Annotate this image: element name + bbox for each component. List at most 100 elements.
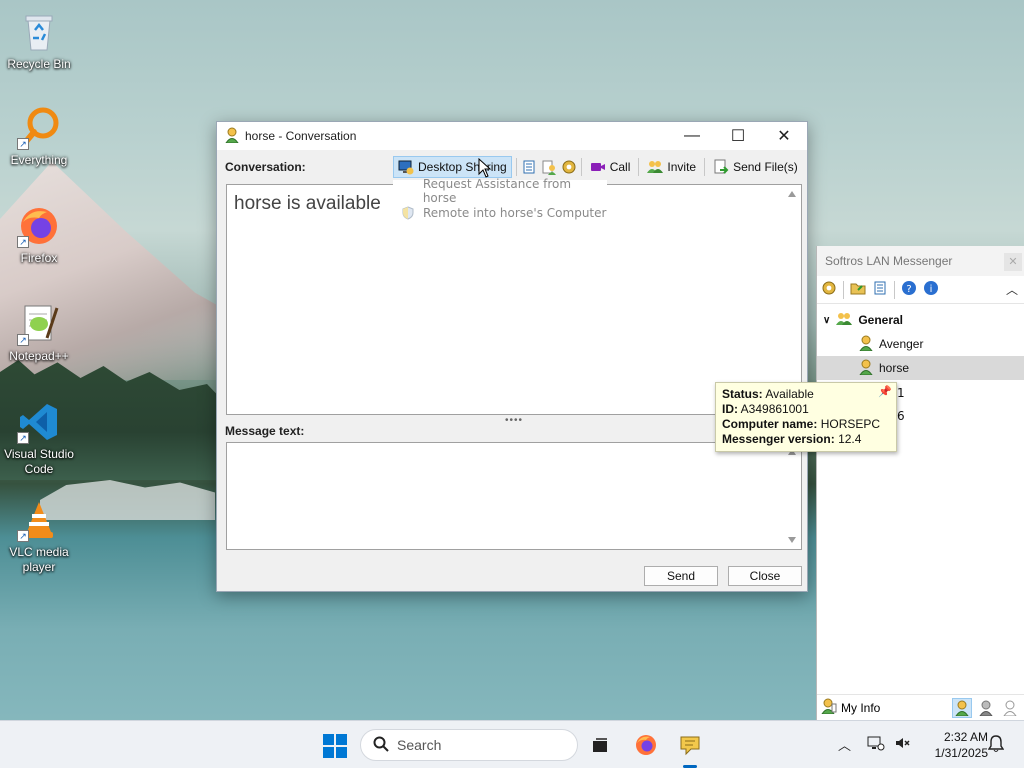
send-button[interactable]: Send — [644, 566, 718, 586]
desktop-icon-notepadpp[interactable]: ↗ Notepad++ — [1, 302, 77, 364]
desktop-icon-everything[interactable]: ↗ Everything — [1, 106, 77, 168]
window-title: horse - Conversation — [245, 129, 357, 143]
title-bar[interactable]: horse - Conversation — ☐ ✕ — [217, 122, 807, 150]
desktop-sharing-button[interactable]: Desktop Sharing — [393, 156, 512, 178]
lan-title: Softros LAN Messenger — [825, 254, 953, 268]
scroll-up-icon[interactable] — [788, 191, 796, 197]
vscode-icon: ↗ — [17, 400, 61, 444]
message-scrollbar[interactable] — [784, 443, 801, 549]
desktop-icon-label: Visual Studio Code — [4, 447, 74, 476]
id-key: ID: — [722, 402, 738, 416]
folder-icon[interactable] — [850, 280, 866, 299]
contact-name: Avenger — [879, 337, 924, 351]
settings-icon[interactable] — [821, 280, 837, 299]
status-value: Available — [765, 387, 814, 401]
history-icon[interactable] — [872, 280, 888, 299]
desktop-icon-vscode[interactable]: ↗ Visual Studio Code — [1, 400, 77, 477]
toolbar-separator — [515, 158, 517, 176]
shortcut-arrow-icon: ↗ — [17, 236, 29, 248]
contact-avenger[interactable]: Avenger — [817, 332, 1024, 356]
conversation-toolbar: Desktop Sharing Call Invite Send File(s) — [393, 155, 802, 179]
desktop-icon-vlc[interactable]: ↗ VLC media player — [1, 498, 77, 575]
toolbar-separator — [638, 158, 640, 176]
desktop-icon-label: Notepad++ — [9, 349, 69, 363]
settings-icon[interactable] — [561, 159, 577, 175]
task-view-icon — [593, 738, 607, 752]
pin-icon[interactable]: 📌 — [878, 385, 892, 400]
shield-icon — [401, 206, 423, 220]
desktop-icon-label: VLC media player — [9, 545, 69, 574]
contact-details-icon[interactable] — [541, 159, 557, 175]
partial-contact-text: 6 — [897, 409, 905, 423]
toolbar-separator — [843, 280, 844, 299]
lan-title-bar[interactable]: Softros LAN Messenger — [817, 246, 1024, 276]
contact-tooltip: 📌 Status: Available ID: A349861001 Compu… — [715, 382, 897, 452]
maximize-button[interactable]: ☐ — [715, 122, 761, 150]
status-busy-button[interactable] — [976, 698, 996, 718]
computer-name-key: Computer name: — [722, 417, 818, 431]
close-button[interactable]: Close — [728, 566, 802, 586]
conversation-scrollbar[interactable] — [784, 185, 801, 414]
volume-muted-icon[interactable] — [894, 735, 910, 755]
id-value: A349861001 — [740, 402, 809, 416]
contact-horse[interactable]: horse — [817, 356, 1024, 380]
invite-users-icon — [647, 159, 664, 175]
clock[interactable]: 2:32 AM 1/31/2025 — [918, 729, 988, 761]
vlc-icon: ↗ — [17, 498, 61, 542]
video-camera-icon — [590, 159, 606, 175]
shortcut-arrow-icon: ↗ — [17, 334, 29, 346]
messenger-version-value: 12.4 — [838, 432, 862, 446]
user-icon — [225, 127, 239, 146]
status-key: Status: — [722, 387, 763, 401]
chevron-up-icon[interactable]: ︿ — [838, 735, 851, 754]
toolbar-separator — [704, 158, 706, 176]
lan-toolbar: ? i ︿ — [817, 276, 1024, 304]
close-window-button[interactable]: ✕ — [761, 122, 807, 150]
message-input[interactable] — [226, 442, 802, 550]
firefox-icon — [636, 735, 656, 755]
start-button[interactable] — [323, 734, 347, 758]
network-icon[interactable] — [867, 735, 885, 755]
computer-name-value: HORSEPC — [820, 417, 881, 431]
desktop-icon-firefox[interactable]: ↗ Firefox — [1, 204, 77, 266]
chevron-down-icon[interactable]: ∨ — [823, 315, 830, 326]
chevron-up-icon[interactable]: ︿ — [1006, 281, 1018, 298]
splitter-handle[interactable]: •••• — [505, 415, 523, 426]
info-icon[interactable]: i — [923, 280, 939, 299]
clock-date: 1/31/2025 — [934, 746, 988, 760]
menu-item-request-assistance[interactable]: Request Assistance from horse — [393, 177, 607, 205]
toolbar-separator — [580, 158, 582, 176]
taskbar-search[interactable]: Search — [360, 729, 578, 761]
desktop-icon-label: Everything — [10, 153, 68, 167]
scroll-down-icon[interactable] — [788, 537, 796, 543]
desktop-icon-label: Firefox — [20, 251, 58, 265]
user-icon — [859, 335, 873, 354]
invite-button[interactable]: Invite — [643, 156, 700, 178]
messenger-icon — [680, 736, 700, 756]
my-info-button[interactable]: My Info — [841, 701, 880, 715]
toolbar-separator — [894, 280, 895, 299]
send-files-button[interactable]: Send File(s) — [709, 156, 802, 178]
windows-logo-icon — [323, 734, 347, 758]
minimize-button[interactable]: — — [669, 122, 715, 150]
help-icon[interactable]: ? — [901, 280, 917, 299]
call-button[interactable]: Call — [586, 156, 635, 178]
taskbar-firefox[interactable] — [632, 731, 660, 759]
my-info-icon — [821, 698, 837, 717]
group-general[interactable]: ∨ General — [817, 308, 1024, 332]
status-available-button[interactable] — [952, 697, 972, 718]
lan-status-bar: My Info — [817, 694, 1024, 720]
desktop-icon-label: Recycle Bin — [7, 57, 71, 71]
lan-close-button[interactable]: ✕ — [1004, 253, 1022, 271]
menu-item-remote-into[interactable]: Remote into horse's Computer — [393, 202, 607, 224]
partial-contact-text: 1 — [897, 386, 905, 400]
messenger-version-key: Messenger version: — [722, 432, 835, 446]
notepadpp-icon: ↗ — [17, 302, 61, 346]
invite-label: Invite — [667, 160, 697, 174]
status-offline-button[interactable] — [1000, 698, 1020, 718]
history-icon[interactable] — [521, 159, 537, 175]
notification-bell-icon[interactable] — [987, 735, 1005, 757]
taskbar-softros-messenger[interactable] — [676, 731, 704, 759]
desktop-icon-recycle-bin[interactable]: Recycle Bin — [1, 10, 77, 72]
task-view-button[interactable] — [586, 731, 614, 759]
